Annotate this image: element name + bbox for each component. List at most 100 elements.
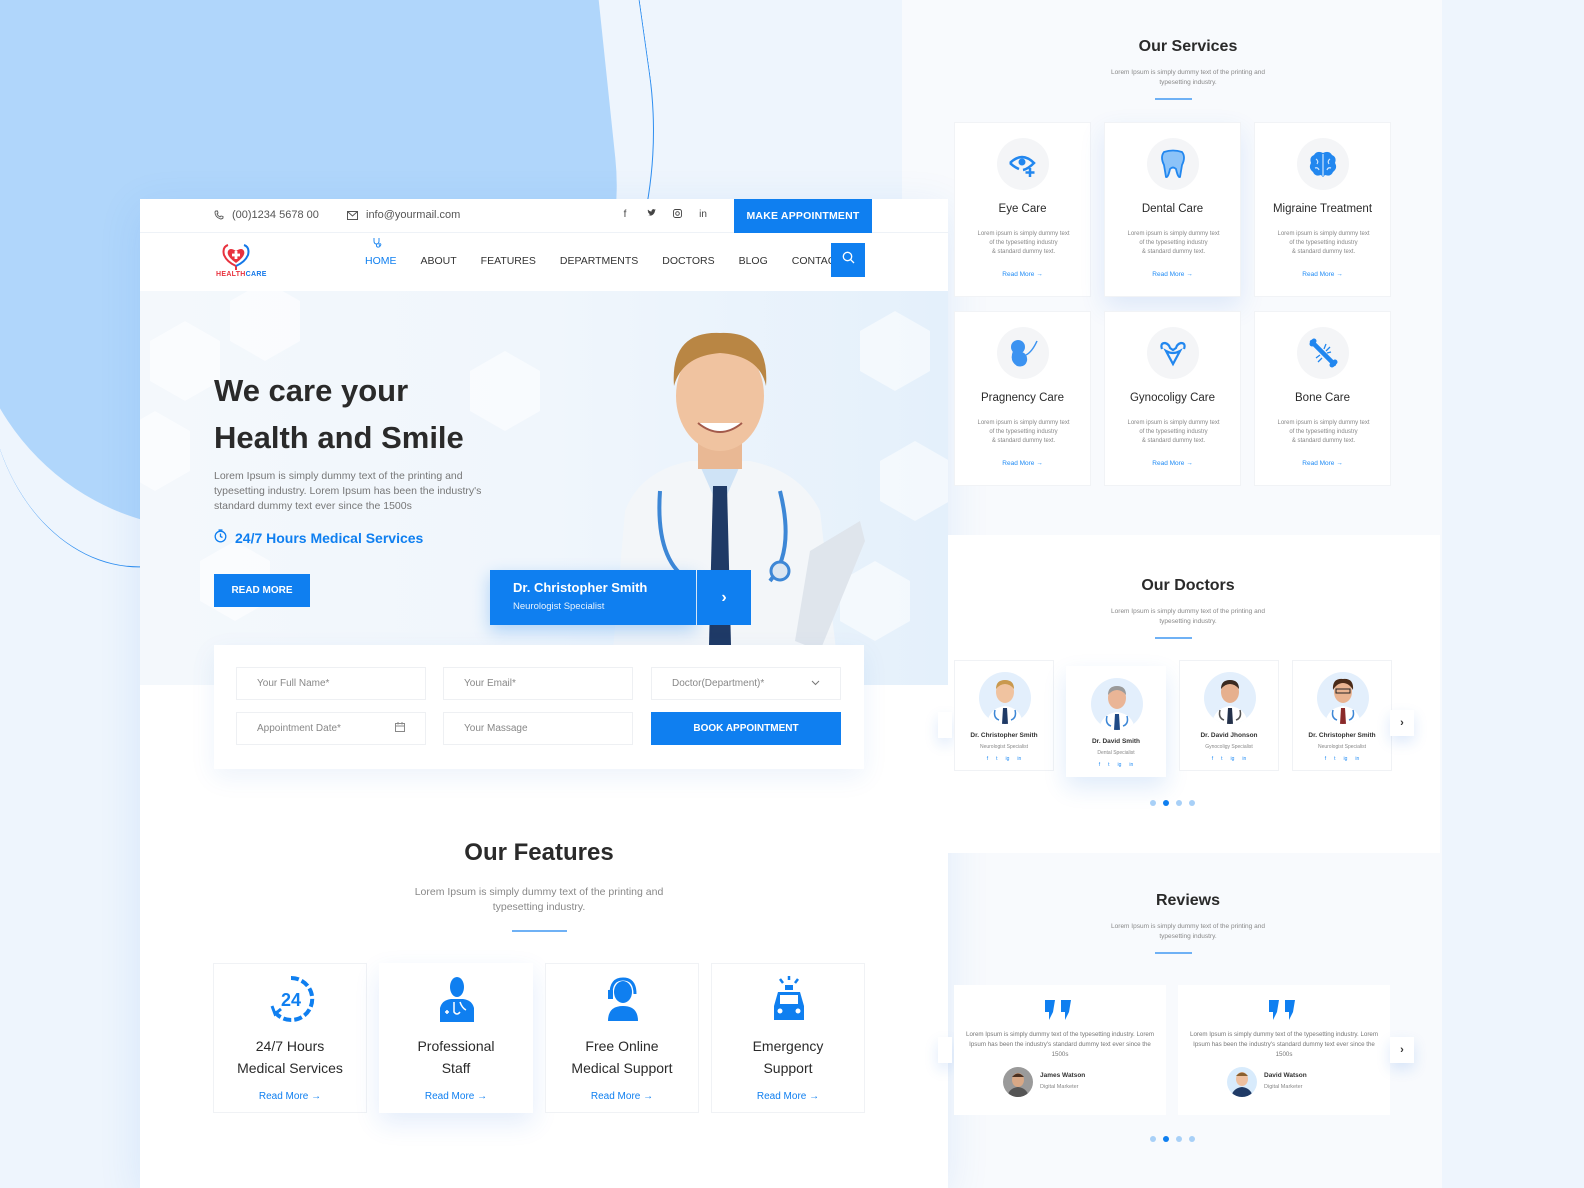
twitter-icon[interactable]: t: [1221, 756, 1222, 762]
doctor-card[interactable]: Dr. Christopher Smith Neurologist Specia…: [954, 660, 1054, 771]
service-icon-circle: [1297, 138, 1349, 190]
nav-features[interactable]: FEATURES: [481, 255, 536, 267]
instagram-icon[interactable]: ig: [1230, 756, 1234, 762]
facebook-icon[interactable]: f: [987, 756, 988, 762]
department-select[interactable]: Doctor(Department)*: [651, 667, 841, 700]
service-read-more-link[interactable]: Read More →: [1255, 460, 1390, 467]
facebook-icon[interactable]: f: [1325, 756, 1326, 762]
service-card[interactable]: Dental Care Lorem ipsum is simply dummy …: [1104, 122, 1241, 297]
service-read-more-link[interactable]: Read More →: [1255, 271, 1390, 278]
instagram-icon[interactable]: ig: [1117, 762, 1121, 768]
feature-card[interactable]: Professional Staff Read More →: [379, 963, 533, 1113]
feature-card[interactable]: Free Online Medical Support Read More →: [545, 963, 699, 1113]
facebook-icon[interactable]: f: [620, 209, 630, 221]
carousel-dot[interactable]: [1150, 1136, 1156, 1142]
reviewer-name: James Watson: [1040, 1072, 1086, 1079]
reviews-prev-button[interactable]: [938, 1037, 952, 1063]
instagram-icon[interactable]: [672, 209, 682, 221]
carousel-dot[interactable]: [1189, 800, 1195, 806]
instagram-icon[interactable]: ig: [1005, 756, 1009, 762]
carousel-dot[interactable]: [1176, 800, 1182, 806]
service-card[interactable]: Eye Care Lorem ipsum is simply dummy tex…: [954, 122, 1091, 297]
twitter-icon[interactable]: t: [1108, 762, 1109, 768]
service-card[interactable]: Pragnency Care Lorem ipsum is simply dum…: [954, 311, 1091, 486]
twitter-icon[interactable]: t: [1334, 756, 1335, 762]
calendar-icon[interactable]: [395, 722, 405, 735]
reviews-next-button[interactable]: ›: [1390, 1037, 1414, 1063]
features-subtitle: Lorem Ipsum is simply dummy text of the …: [414, 886, 664, 913]
featured-doctor-next-button[interactable]: ›: [697, 570, 751, 625]
doctor-card[interactable]: Dr. David Smith Dental Specialist f t ig…: [1066, 666, 1166, 777]
service-read-more-link[interactable]: Read More →: [955, 460, 1090, 467]
service-card[interactable]: Migraine Treatment Lorem ipsum is simply…: [1254, 122, 1391, 297]
make-appointment-button[interactable]: MAKE APPOINTMENT: [734, 199, 872, 233]
service-read-more-link[interactable]: Read More →: [1105, 271, 1240, 278]
linkedin-icon[interactable]: in: [698, 209, 708, 221]
feature-card[interactable]: 24 24/7 Hours Medical Services Read More …: [213, 963, 367, 1113]
doctors-prev-button[interactable]: [938, 712, 952, 738]
appointment-date-field[interactable]: Appointment Date*: [236, 712, 426, 745]
feature-title: Free Online Medical Support: [571, 1038, 673, 1076]
stethoscope-icon: [372, 237, 382, 251]
carousel-dot[interactable]: [1189, 1136, 1195, 1142]
nav-departments[interactable]: DEPARTMENTS: [560, 255, 638, 267]
doctor-avatar: [1204, 672, 1256, 724]
service-description: Lorem ipsum is simply dummy text of the t…: [977, 231, 1070, 255]
facebook-icon[interactable]: f: [1099, 762, 1100, 768]
social-links: f in: [620, 209, 708, 221]
linkedin-icon[interactable]: in: [1017, 756, 1021, 762]
doctor-avatar: [1091, 678, 1143, 730]
email-contact[interactable]: info@yourmail.com: [347, 209, 460, 221]
doctors-next-button[interactable]: ›: [1390, 710, 1414, 736]
full-name-field[interactable]: Your Full Name*: [236, 667, 426, 700]
service-read-more-link[interactable]: Read More →: [955, 271, 1090, 278]
uterus-icon: [1160, 341, 1186, 367]
service-read-more-link[interactable]: Read More →: [1105, 460, 1240, 467]
phone-contact[interactable]: (00)1234 5678 00: [214, 209, 319, 221]
feature-read-more-link[interactable]: Read More →: [214, 1091, 366, 1102]
carousel-dot[interactable]: [1150, 800, 1156, 806]
carousel-dot[interactable]: [1176, 1136, 1182, 1142]
book-appointment-button[interactable]: BOOK APPOINTMENT: [651, 712, 841, 745]
twitter-icon[interactable]: [646, 209, 656, 221]
featured-doctor-card[interactable]: Dr. Christopher Smith Neurologist Specia…: [490, 570, 696, 625]
email-field[interactable]: Your Email*: [443, 667, 633, 700]
main-navbar: HEALTHCARE HOME ABOUT FEATURES DEPARTMEN…: [140, 233, 948, 291]
service-card[interactable]: Gynocoligy Care Lorem ipsum is simply du…: [1104, 311, 1241, 486]
features-title: Our Features: [464, 839, 614, 866]
doctor-name: Dr. Christopher Smith: [970, 732, 1038, 739]
hero-read-more-button[interactable]: READ MORE: [214, 574, 310, 607]
reviewer-avatar: [1003, 1067, 1033, 1097]
service-card[interactable]: Bone Care Lorem ipsum is simply dummy te…: [1254, 311, 1391, 486]
service-icon-circle: [997, 327, 1049, 379]
linkedin-icon[interactable]: in: [1355, 756, 1359, 762]
feature-read-more-link[interactable]: Read More →: [546, 1091, 698, 1102]
eye-care-icon: [1009, 155, 1036, 177]
nav-doctors[interactable]: DOCTORS: [662, 255, 714, 267]
nav-home[interactable]: HOME: [365, 255, 397, 267]
reviews-subtitle: Lorem Ipsum is simply dummy text of the …: [1111, 923, 1265, 940]
search-button[interactable]: [831, 243, 865, 277]
message-field[interactable]: Your Massage: [443, 712, 633, 745]
service-description: Lorem ipsum is simply dummy text of the t…: [977, 420, 1070, 444]
instagram-icon[interactable]: ig: [1343, 756, 1347, 762]
twitter-icon[interactable]: t: [996, 756, 997, 762]
nav-blog[interactable]: BLOG: [739, 255, 768, 267]
linkedin-icon[interactable]: in: [1242, 756, 1246, 762]
carousel-dot-active[interactable]: [1163, 800, 1169, 806]
feature-read-more-link[interactable]: Read More →: [380, 1091, 532, 1102]
tooth-icon: [1161, 149, 1185, 178]
facebook-icon[interactable]: f: [1212, 756, 1213, 762]
service-description: Lorem ipsum is simply dummy text of the t…: [1277, 231, 1370, 255]
doctor-card[interactable]: Dr. David Jhonson Gynocoligy Specialist …: [1179, 660, 1279, 771]
doctor-card[interactable]: Dr. Christopher Smith Neurologist Specia…: [1292, 660, 1392, 771]
quote-icon: [1045, 1000, 1071, 1020]
carousel-dot-active[interactable]: [1163, 1136, 1169, 1142]
feature-card[interactable]: Emergency Support Read More →: [711, 963, 865, 1113]
hex-pattern: [860, 311, 930, 391]
feature-read-more-link[interactable]: Read More →: [712, 1091, 864, 1102]
services-subtitle: Lorem Ipsum is simply dummy text of the …: [1111, 69, 1265, 86]
nav-about[interactable]: ABOUT: [421, 255, 457, 267]
linkedin-icon[interactable]: in: [1129, 762, 1133, 768]
hex-pattern: [140, 411, 190, 491]
